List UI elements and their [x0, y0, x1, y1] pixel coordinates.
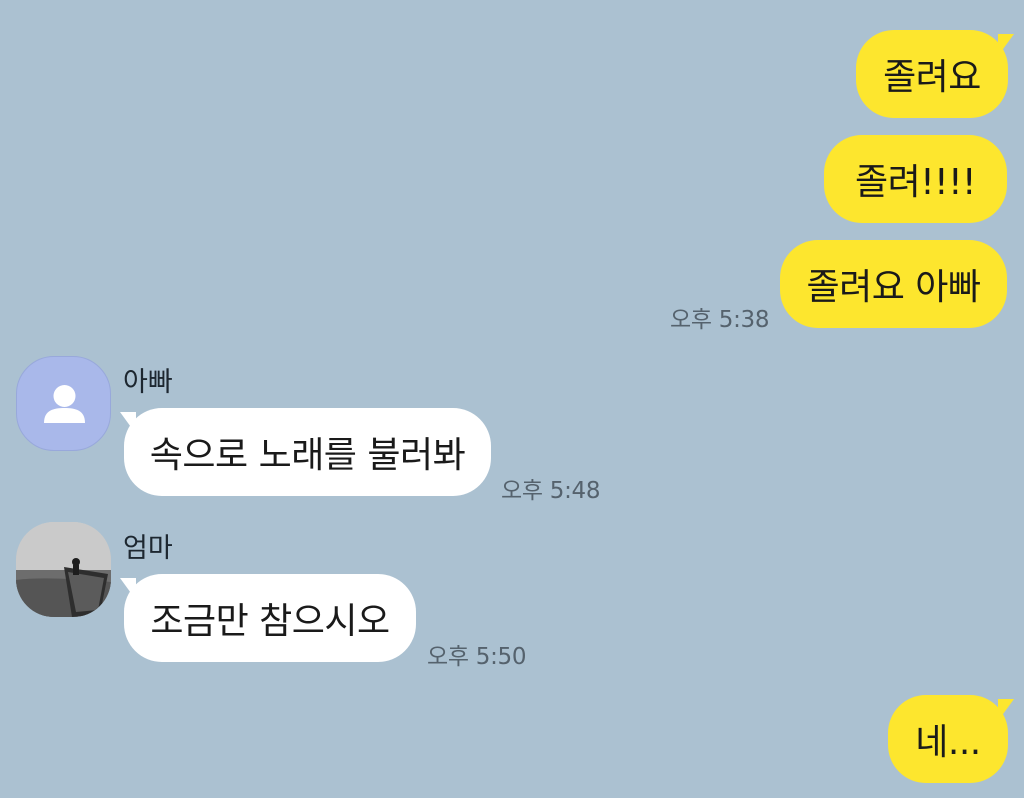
message-text: 네... [915, 722, 981, 763]
message-text: 속으로 노래를 불러봐 [149, 435, 466, 476]
outgoing-message-bubble[interactable]: 네... [888, 695, 1008, 783]
message-timestamp: 오후 5:48 [501, 478, 601, 504]
message-text: 졸려!!!! [855, 162, 976, 203]
person-silhouette-icon [44, 385, 85, 423]
sender-avatar[interactable] [16, 356, 111, 451]
message-timestamp: 오후 5:50 [427, 644, 527, 670]
incoming-message-bubble[interactable]: 조금만 참으시오 [124, 574, 416, 662]
sender-name: 아빠 [123, 367, 173, 398]
message-text: 조금만 참으시오 [150, 601, 390, 642]
outgoing-message-bubble[interactable]: 졸려요 아빠 [780, 240, 1007, 328]
seaside-photo-avatar [16, 522, 111, 617]
message-timestamp: 오후 5:38 [670, 307, 770, 333]
message-text: 졸려요 아빠 [806, 267, 981, 308]
outgoing-message-bubble[interactable]: 졸려요 [856, 30, 1008, 118]
outgoing-message-bubble[interactable]: 졸려!!!! [824, 135, 1007, 223]
message-text: 졸려요 [883, 57, 981, 98]
sender-avatar[interactable] [16, 522, 111, 617]
bubble-tail [998, 34, 1014, 56]
bubble-tail [998, 699, 1014, 721]
sender-name: 엄마 [123, 533, 173, 564]
incoming-message-bubble[interactable]: 속으로 노래를 불러봐 [124, 408, 491, 496]
